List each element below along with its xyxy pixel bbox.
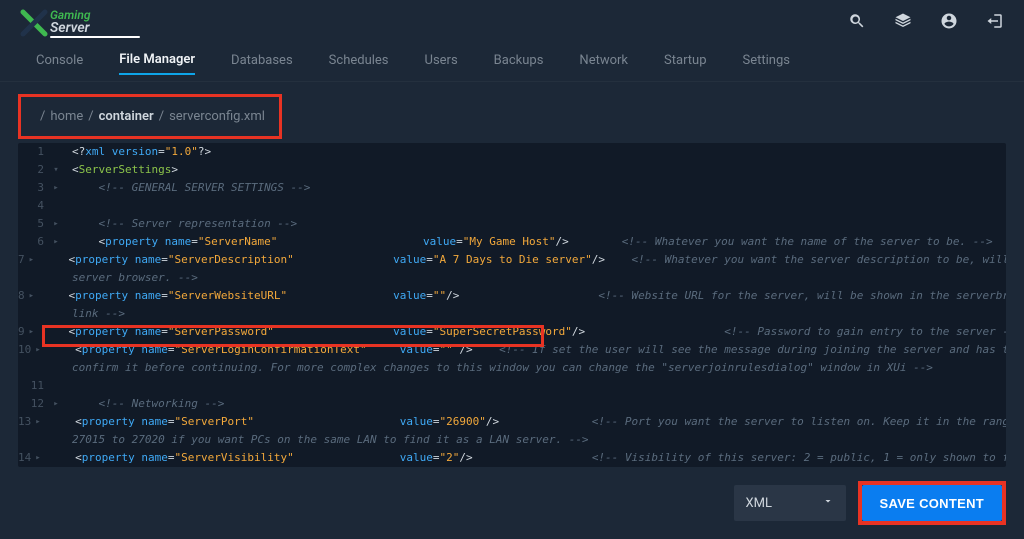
tab-console[interactable]: Console — [36, 53, 83, 74]
search-icon[interactable] — [848, 12, 866, 34]
code-line[interactable]: 11 — [18, 377, 1006, 395]
code-editor[interactable]: 1<?xml version="1.0"?>2▾<ServerSettings>… — [18, 143, 1006, 467]
save-button[interactable]: SAVE CONTENT — [862, 485, 1002, 521]
chevron-down-icon — [822, 495, 834, 511]
tab-startup[interactable]: Startup — [664, 53, 707, 74]
tab-schedules[interactable]: Schedules — [329, 53, 389, 74]
logout-icon[interactable] — [986, 12, 1004, 34]
tab-databases[interactable]: Databases — [231, 53, 293, 74]
breadcrumb-sep: / — [88, 109, 93, 124]
breadcrumb-sep: / — [159, 109, 164, 124]
tab-file-manager[interactable]: File Manager — [119, 52, 195, 75]
logo-text-top: Gaming — [50, 9, 140, 21]
logo-mark — [20, 9, 48, 37]
account-icon[interactable] — [940, 12, 958, 34]
code-line[interactable]: 10▸ <property name="ServerLoginConfirmat… — [18, 341, 1006, 359]
code-line-wrap[interactable]: 27015 to 27020 if you want PCs on the sa… — [18, 431, 1006, 449]
nav-tabs: Console File Manager Databases Schedules Use… — [0, 46, 1024, 82]
logo-text-bottom: Server — [50, 21, 140, 35]
code-line[interactable]: 1<?xml version="1.0"?> — [18, 143, 1006, 161]
syntax-select-value: XML — [746, 496, 773, 511]
code-line[interactable]: 13▸ <property name="ServerPort" value="2… — [18, 413, 1006, 431]
tab-users[interactable]: Users — [425, 53, 458, 74]
tab-settings[interactable]: Settings — [743, 53, 790, 74]
code-line[interactable]: 4 — [18, 197, 1006, 215]
code-line[interactable]: 6▸ <property name="ServerName" value="My… — [18, 233, 1006, 251]
breadcrumb-file: serverconfig.xml — [169, 109, 265, 124]
tab-network[interactable]: Network — [579, 53, 628, 74]
code-line[interactable]: 14▸ <property name="ServerVisibility" va… — [18, 449, 1006, 467]
tab-backups[interactable]: Backups — [494, 53, 544, 74]
breadcrumb-home[interactable]: home — [50, 109, 83, 124]
save-highlight: SAVE CONTENT — [858, 481, 1006, 525]
code-line[interactable]: 7▸ <property name="ServerDescription" va… — [18, 251, 1006, 269]
breadcrumb-sep: / — [40, 109, 45, 124]
code-line-wrap[interactable]: confirm it before continuing. For more c… — [18, 359, 1006, 377]
code-line[interactable]: 8▸ <property name="ServerWebsiteURL" val… — [18, 287, 1006, 305]
code-line[interactable]: 5▸ <!-- Server representation --> — [18, 215, 1006, 233]
code-line[interactable]: 2▾<ServerSettings> — [18, 161, 1006, 179]
code-line[interactable]: 3▸ <!-- GENERAL SERVER SETTINGS --> — [18, 179, 1006, 197]
code-line-wrap[interactable]: link --> — [18, 305, 1006, 323]
layers-icon[interactable] — [894, 12, 912, 34]
code-line-wrap[interactable]: server browser. --> — [18, 269, 1006, 287]
app-header: Gaming Server — [0, 0, 1024, 46]
syntax-select[interactable]: XML — [734, 485, 846, 521]
code-line[interactable]: 12▸ <!-- Networking --> — [18, 395, 1006, 413]
breadcrumb: / home / container / serverconfig.xml — [18, 94, 282, 139]
logo[interactable]: Gaming Server — [20, 9, 140, 38]
breadcrumb-container[interactable]: container — [99, 109, 154, 124]
code-line[interactable]: 9▸ <property name="ServerPassword" value… — [18, 323, 1006, 341]
